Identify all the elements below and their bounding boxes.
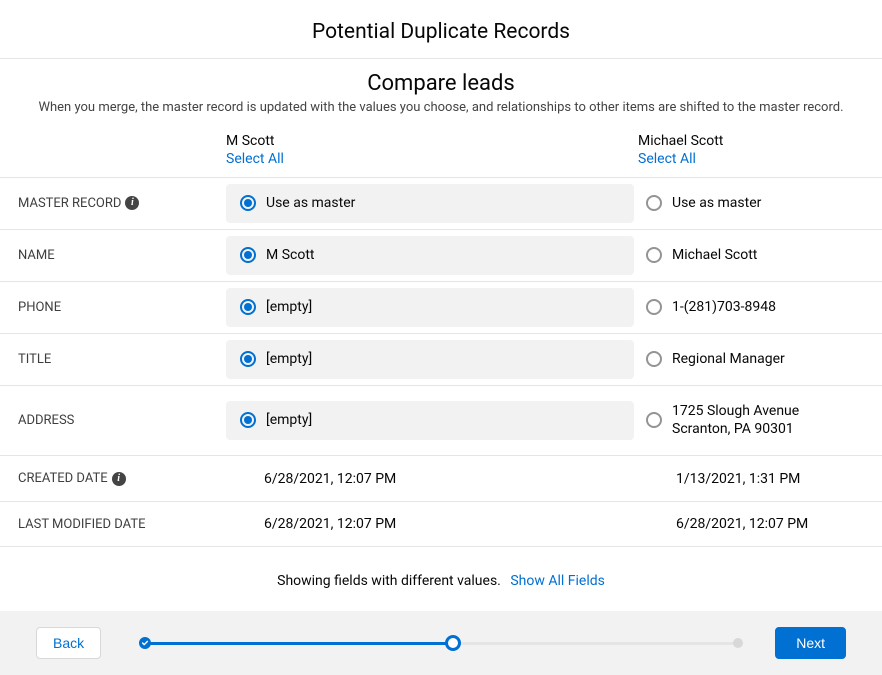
compare-grid: M Scott Select All Michael Scott Select …: [0, 133, 882, 547]
label-modified-date: LAST MODIFIED DATE: [0, 502, 226, 546]
radio-icon: [646, 351, 662, 367]
row-modified-date: LAST MODIFIED DATE 6/28/2021, 12:07 PM 6…: [0, 501, 882, 547]
progress-step-3-upcoming-icon: [733, 638, 743, 648]
section-title: Compare leads: [0, 59, 882, 96]
value-text: [empty]: [266, 350, 312, 369]
row-phone: PHONE [empty] 1-(281)703-8948: [0, 281, 882, 333]
phone-option-a[interactable]: [empty]: [226, 288, 634, 327]
row-title: TITLE [empty] Regional Manager: [0, 333, 882, 385]
title-option-a[interactable]: [empty]: [226, 340, 634, 379]
row-created-date: CREATED DATE i 6/28/2021, 12:07 PM 1/13/…: [0, 455, 882, 501]
column-headers: M Scott Select All Michael Scott Select …: [0, 133, 882, 177]
label-title: TITLE: [0, 334, 226, 385]
title-option-b[interactable]: Regional Manager: [638, 340, 882, 379]
modified-value-b: 6/28/2021, 12:07 PM: [638, 516, 808, 532]
page-title: Potential Duplicate Records: [0, 0, 882, 58]
radio-icon: [240, 412, 256, 428]
address-option-a[interactable]: [empty]: [226, 401, 634, 440]
label-master-record: MASTER RECORD i: [0, 178, 226, 229]
created-value-b: 1/13/2021, 1:31 PM: [638, 471, 800, 487]
radio-icon: [646, 412, 662, 428]
name-option-a[interactable]: M Scott: [226, 236, 634, 275]
value-text: Michael Scott: [672, 246, 757, 265]
next-button[interactable]: Next: [775, 627, 846, 659]
select-all-a[interactable]: Select All: [226, 151, 638, 167]
radio-icon: [240, 299, 256, 315]
progress-step-2-current-icon: [445, 635, 461, 651]
info-icon[interactable]: i: [125, 196, 139, 210]
label-phone: PHONE: [0, 282, 226, 333]
radio-icon: [646, 299, 662, 315]
show-all-fields-link[interactable]: Show All Fields: [510, 573, 605, 589]
radio-icon: [240, 351, 256, 367]
value-text: 1-(281)703-8948: [672, 298, 776, 317]
label-name: NAME: [0, 230, 226, 281]
record-a-name: M Scott: [226, 133, 638, 149]
record-b-name: Michael Scott: [638, 133, 882, 149]
name-option-b[interactable]: Michael Scott: [638, 236, 882, 275]
info-icon[interactable]: i: [112, 472, 126, 486]
progress-indicator: [143, 642, 739, 645]
address-option-b[interactable]: 1725 Slough Avenue Scranton, PA 90301: [638, 392, 882, 450]
radio-icon: [240, 247, 256, 263]
radio-icon: [646, 247, 662, 263]
progress-step-1-complete-icon: [139, 637, 151, 649]
value-text: [empty]: [266, 298, 312, 317]
filter-status-text: Showing fields with different values.: [277, 573, 501, 589]
label-created-date: CREATED DATE i: [0, 456, 226, 501]
value-text: Use as master: [672, 194, 761, 213]
section-description: When you merge, the master record is upd…: [0, 96, 882, 133]
value-text: M Scott: [266, 246, 314, 265]
wizard-footer: Back Next: [0, 611, 882, 675]
label-address: ADDRESS: [0, 386, 226, 456]
value-text: 1725 Slough Avenue Scranton, PA 90301: [672, 402, 799, 440]
row-name: NAME M Scott Michael Scott: [0, 229, 882, 281]
phone-option-b[interactable]: 1-(281)703-8948: [638, 288, 882, 327]
row-address: ADDRESS [empty] 1725 Slough Avenue Scran…: [0, 385, 882, 456]
value-text: [empty]: [266, 411, 312, 430]
value-text: Use as master: [266, 194, 355, 213]
filter-status: Showing fields with different values. Sh…: [0, 547, 882, 611]
select-all-b[interactable]: Select All: [638, 151, 882, 167]
master-option-a[interactable]: Use as master: [226, 184, 634, 223]
back-button[interactable]: Back: [36, 627, 101, 659]
row-master-record: MASTER RECORD i Use as master Use as mas…: [0, 177, 882, 229]
created-value-a: 6/28/2021, 12:07 PM: [226, 471, 396, 487]
radio-icon: [646, 195, 662, 211]
value-text: Regional Manager: [672, 350, 785, 369]
master-option-b[interactable]: Use as master: [638, 184, 882, 223]
radio-icon: [240, 195, 256, 211]
modified-value-a: 6/28/2021, 12:07 PM: [226, 516, 396, 532]
